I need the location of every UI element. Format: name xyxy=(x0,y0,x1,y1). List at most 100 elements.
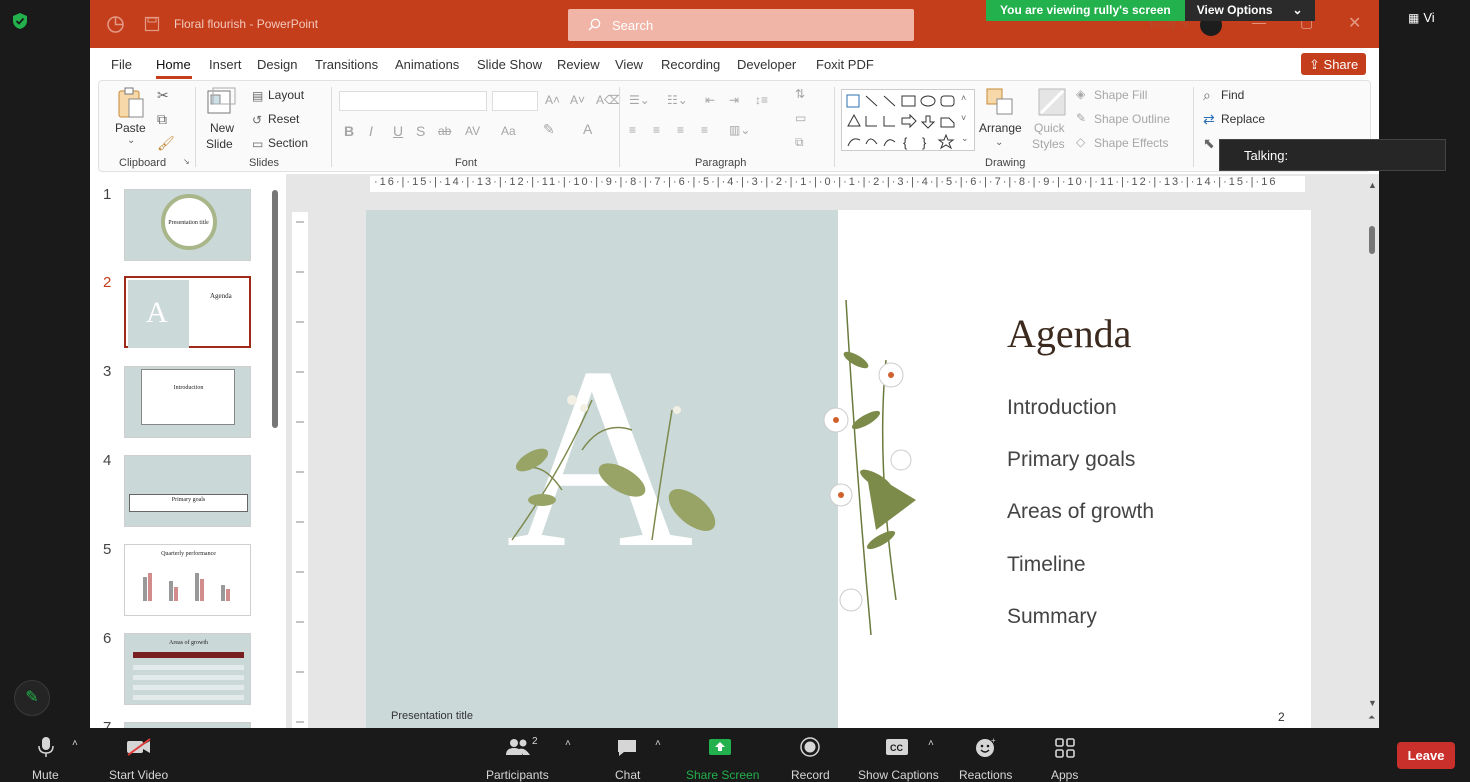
share-screen-icon[interactable] xyxy=(708,738,732,756)
quick-styles-label-2[interactable]: Styles xyxy=(1032,137,1065,151)
layout-button[interactable]: Layout xyxy=(268,88,304,102)
align-center-icon[interactable]: ≡ xyxy=(653,123,660,137)
tab-slide-show[interactable]: Slide Show xyxy=(477,57,542,72)
italic-button[interactable]: I xyxy=(369,123,373,139)
participants-label[interactable]: Participants xyxy=(486,768,549,782)
shape-fill-button[interactable]: Shape Fill xyxy=(1094,88,1147,102)
thumbnails-scrollbar[interactable] xyxy=(272,190,278,428)
start-video-label[interactable]: Start Video xyxy=(109,768,168,782)
apps-icon[interactable] xyxy=(1055,738,1075,758)
align-right-icon[interactable]: ≡ xyxy=(677,123,684,137)
justify-icon[interactable]: ≡ xyxy=(701,123,708,137)
scroll-up-icon[interactable]: ▲ xyxy=(1368,180,1377,190)
increase-indent-icon[interactable]: ⇥ xyxy=(729,93,739,107)
slide-thumbnail-1[interactable]: Presentation title xyxy=(124,189,251,261)
new-slide-label-1[interactable]: New xyxy=(210,121,234,135)
slide-canvas[interactable]: A Agenda Introduction Primary goals Area… xyxy=(366,210,1311,728)
change-case-button[interactable]: Aa xyxy=(501,124,516,138)
strikethrough-button[interactable]: ab xyxy=(438,124,451,138)
shadow-button[interactable]: S xyxy=(416,123,425,139)
char-spacing-icon[interactable]: AV xyxy=(465,124,480,138)
record-label[interactable]: Record xyxy=(791,768,830,782)
video-off-icon[interactable] xyxy=(126,738,152,756)
align-left-icon[interactable]: ≡ xyxy=(629,123,636,137)
search-box[interactable]: Search xyxy=(568,9,914,41)
tab-foxit-pdf[interactable]: Foxit PDF xyxy=(816,57,874,72)
more-shapes-icon[interactable]: ⌄ xyxy=(961,133,969,144)
tab-home[interactable]: Home xyxy=(156,57,191,72)
chevron-down-icon[interactable]: ⌄ xyxy=(995,137,1003,148)
shrink-font-icon[interactable]: A˅ xyxy=(570,93,585,107)
font-family-select[interactable] xyxy=(339,91,487,111)
tab-view[interactable]: View xyxy=(615,57,643,72)
share-button[interactable]: ⇪ Share xyxy=(1301,53,1366,75)
tab-file[interactable]: File xyxy=(111,57,132,72)
grow-font-icon[interactable]: A˄ xyxy=(545,93,560,107)
save-icon[interactable] xyxy=(144,16,160,32)
select-cursor-icon[interactable]: ⬉ xyxy=(1203,135,1215,152)
tab-insert[interactable]: Insert xyxy=(209,57,242,72)
view-menu[interactable]: ▦ Vi xyxy=(1408,10,1435,25)
security-shield-icon[interactable] xyxy=(12,12,28,30)
bullets-icon[interactable]: ☰⌄ xyxy=(629,93,650,107)
font-color-icon[interactable]: A xyxy=(583,121,592,137)
apps-label[interactable]: Apps xyxy=(1051,768,1078,782)
reactions-icon[interactable]: + xyxy=(974,736,998,758)
editor-scrollbar[interactable]: ▲ ▼ ⏶ xyxy=(1368,180,1377,723)
paste-button[interactable]: Paste xyxy=(115,121,146,135)
annotate-pencil-icon[interactable]: ✎ xyxy=(14,680,50,716)
slide-thumbnail-5[interactable]: Quarterly performance xyxy=(124,544,251,616)
captions-icon[interactable]: CC xyxy=(885,738,909,756)
replace-button[interactable]: Replace xyxy=(1221,112,1265,126)
highlight-icon[interactable]: ✎ xyxy=(543,121,555,138)
chat-icon[interactable] xyxy=(616,738,638,758)
clear-formatting-icon[interactable]: A⌫ xyxy=(596,93,621,107)
slide-thumbnail-6[interactable]: Areas of growth xyxy=(124,633,251,705)
shape-effects-button[interactable]: Shape Effects xyxy=(1094,136,1169,150)
dialog-launcher-icon[interactable]: ↘ xyxy=(183,157,190,166)
decrease-indent-icon[interactable]: ⇤ xyxy=(705,93,715,107)
chevron-up-icon[interactable]: ˄ xyxy=(928,738,934,749)
quick-styles-label-1[interactable]: Quick xyxy=(1034,121,1065,135)
mute-label[interactable]: Mute xyxy=(32,768,59,782)
leave-button[interactable]: Leave xyxy=(1397,742,1455,769)
previous-slide-icon[interactable]: ⏶ xyxy=(1368,712,1375,723)
find-button[interactable]: Find xyxy=(1221,88,1244,102)
chevron-down-icon[interactable]: ⌄ xyxy=(127,135,135,146)
scroll-up-icon[interactable]: ˄ xyxy=(961,93,966,103)
chevron-up-icon[interactable]: ˄ xyxy=(655,738,661,749)
participants-icon[interactable] xyxy=(505,738,531,756)
tab-review[interactable]: Review xyxy=(557,57,600,72)
tab-recording[interactable]: Recording xyxy=(661,57,720,72)
reset-button[interactable]: Reset xyxy=(268,112,299,126)
font-size-select[interactable] xyxy=(492,91,538,111)
line-spacing-icon[interactable]: ↕≡ xyxy=(755,93,768,107)
scroll-down-icon[interactable]: ˅ xyxy=(961,113,966,123)
scroll-down-icon[interactable]: ▼ xyxy=(1368,698,1377,708)
show-captions-label[interactable]: Show Captions xyxy=(858,768,939,782)
bold-button[interactable]: B xyxy=(344,123,354,139)
new-slide-label-2[interactable]: Slide xyxy=(206,137,233,151)
slide-thumbnail-4[interactable]: Primary goals xyxy=(124,455,251,527)
underline-button[interactable]: U xyxy=(393,123,403,139)
view-options-button[interactable]: View Options ⌄ xyxy=(1184,0,1315,21)
microphone-icon[interactable] xyxy=(37,736,55,758)
slide-thumbnail-2[interactable]: A Agenda xyxy=(124,276,251,348)
copy-icon[interactable]: ⧉ xyxy=(157,111,167,128)
close-icon[interactable]: ✕ xyxy=(1348,13,1361,33)
slide-thumbnail-3[interactable]: Introduction xyxy=(124,366,251,438)
align-text-icon[interactable]: ▭ xyxy=(795,111,806,125)
shapes-gallery[interactable]: {} xyxy=(841,89,975,151)
tab-animations[interactable]: Animations xyxy=(395,57,459,72)
tab-design[interactable]: Design xyxy=(257,57,297,72)
chat-label[interactable]: Chat xyxy=(615,768,640,782)
record-icon[interactable] xyxy=(800,737,820,757)
numbering-icon[interactable]: ☷⌄ xyxy=(667,93,688,107)
share-screen-label[interactable]: Share Screen xyxy=(686,768,759,782)
tab-transitions[interactable]: Transitions xyxy=(315,57,378,72)
chevron-up-icon[interactable]: ˄ xyxy=(565,738,571,749)
shape-outline-button[interactable]: Shape Outline xyxy=(1094,112,1170,126)
smartart-icon[interactable]: ⧉ xyxy=(795,135,804,150)
section-button[interactable]: Section xyxy=(268,136,308,150)
format-painter-icon[interactable]: 🖌 xyxy=(157,135,175,152)
